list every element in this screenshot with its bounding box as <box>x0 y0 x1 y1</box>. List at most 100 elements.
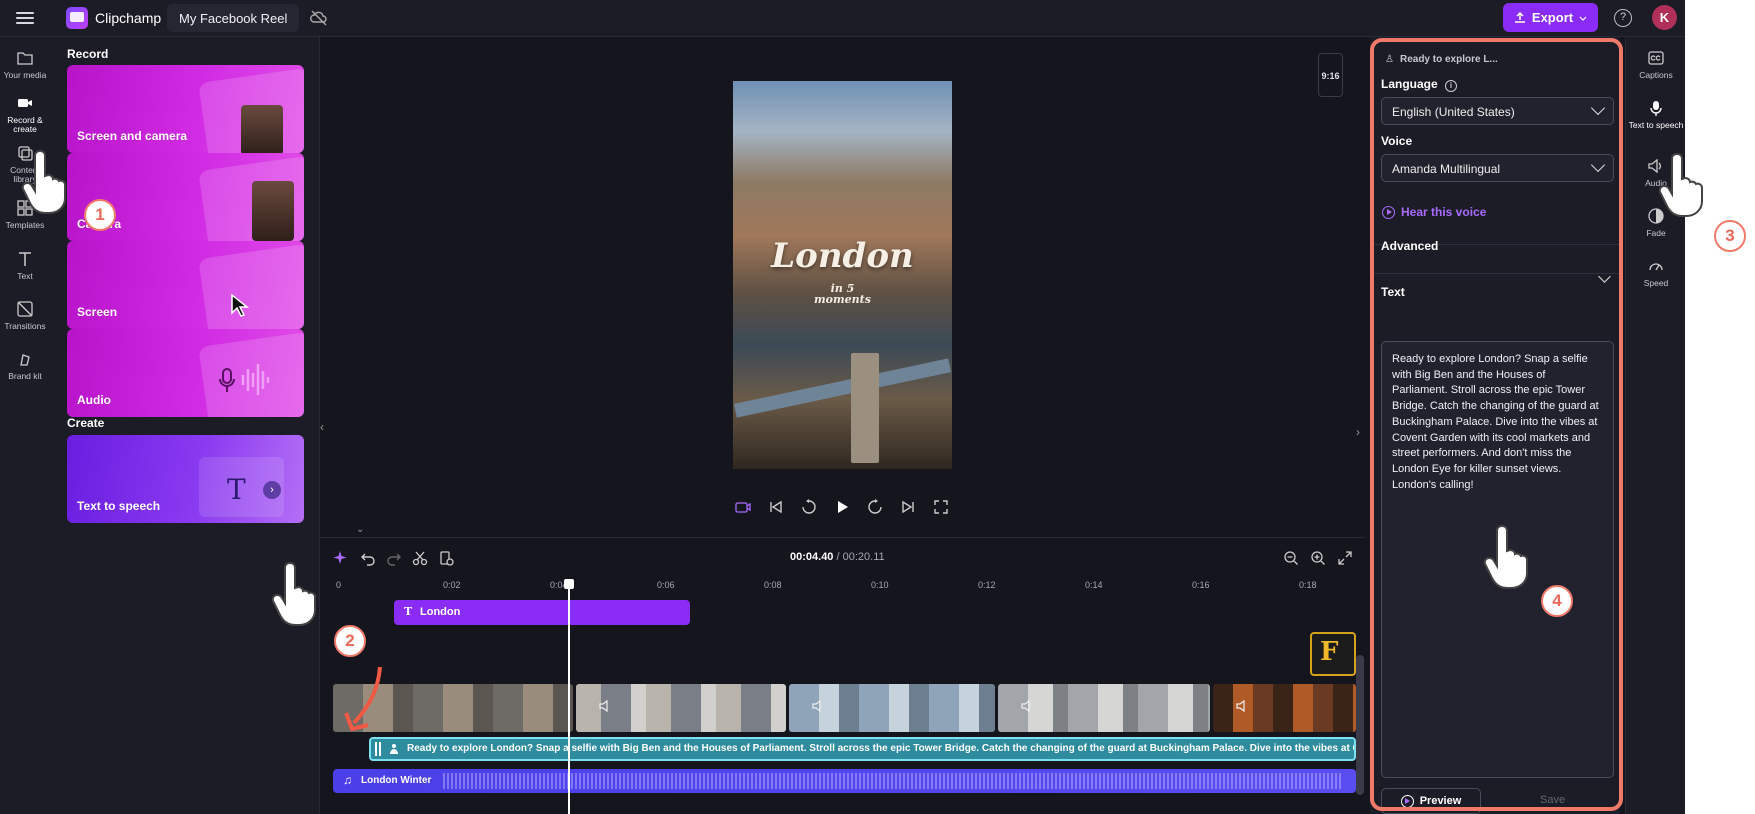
menu-icon[interactable] <box>16 9 34 27</box>
playhead-handle[interactable] <box>564 579 574 589</box>
text-to-speech-card[interactable]: T › Text to speech <box>67 435 304 523</box>
project-title-input[interactable]: My Facebook Reel <box>167 4 300 32</box>
muted-icon <box>599 699 608 713</box>
microphone-waveform-icon <box>219 364 270 395</box>
nav-text[interactable]: Text <box>0 250 50 281</box>
info-icon[interactable]: i <box>1445 80 1458 92</box>
nav-transitions[interactable]: Transitions <box>0 300 50 331</box>
step-badge: 1 <box>84 199 116 231</box>
clipchamp-logo-icon <box>66 7 88 29</box>
advanced-toggle[interactable]: Advanced <box>1381 239 1438 253</box>
ruler-tick: 0:06 <box>657 580 675 590</box>
play-circle-icon <box>1400 794 1414 808</box>
nav-record-create[interactable]: Record & create <box>0 94 50 134</box>
undo-icon[interactable] <box>360 550 376 566</box>
language-value: English (United States) <box>1392 105 1515 119</box>
nav-brand-kit[interactable]: Brand kit <box>0 350 50 381</box>
redo-icon[interactable] <box>386 550 402 566</box>
ruler-tick: 0:12 <box>978 580 996 590</box>
total-duration: 00:20.11 <box>842 551 885 563</box>
rail-label: Speed <box>1643 278 1669 288</box>
rail-captions[interactable]: Captions <box>1626 49 1685 80</box>
fullscreen-icon[interactable] <box>932 498 950 516</box>
audio-card[interactable]: Audio <box>67 329 304 417</box>
export-button[interactable]: Export <box>1503 3 1598 32</box>
play-icon[interactable] <box>833 498 851 516</box>
chevron-down-icon <box>1590 100 1606 116</box>
language-select[interactable]: English (United States) <box>1381 97 1614 125</box>
skip-forward-icon[interactable] <box>899 498 917 516</box>
nav-your-media[interactable]: Your media <box>0 49 50 80</box>
preview-bridge-shape <box>733 358 952 418</box>
video-clip[interactable] <box>1213 684 1357 732</box>
pointing-hand-icon <box>271 561 316 626</box>
zoom-in-icon[interactable] <box>1310 550 1326 566</box>
ruler-tick: 0:14 <box>1085 580 1103 590</box>
sticker-clip[interactable]: F <box>1310 632 1356 676</box>
video-clip[interactable] <box>998 684 1211 732</box>
card-label: Audio <box>77 393 111 407</box>
music-note-icon: ♫ <box>343 773 352 787</box>
video-clip[interactable] <box>788 684 996 732</box>
timeline-collapse-chevron-icon[interactable]: ⌄ <box>356 524 364 535</box>
voice-value: Amanda Multilingual <box>1392 162 1501 176</box>
rail-speed[interactable]: Speed <box>1626 257 1685 288</box>
voice-person-icon: ♙ <box>1385 54 1394 65</box>
chevron-down-icon <box>1590 157 1606 173</box>
preview-button[interactable]: Preview <box>1381 788 1481 814</box>
hear-voice-link[interactable]: Hear this voice <box>1382 205 1486 219</box>
voiceover-clip[interactable]: Ready to explore London? Snap a selfie w… <box>369 737 1356 761</box>
timeline-scrollbar[interactable] <box>1356 655 1364 795</box>
nav-label: Templates <box>5 220 45 230</box>
help-icon[interactable]: ? <box>1614 9 1632 27</box>
cursor-icon <box>231 293 250 317</box>
pointing-hand-icon <box>21 149 66 214</box>
text-label: Text <box>1381 285 1405 299</box>
fit-timeline-icon[interactable] <box>1337 550 1353 566</box>
delete-clip-icon[interactable] <box>438 550 454 566</box>
screen-and-camera-card[interactable]: Screen and camera <box>67 65 304 153</box>
folder-icon <box>17 52 33 65</box>
ruler-tick: 0:08 <box>764 580 782 590</box>
presenter-thumbnail <box>241 105 283 153</box>
magic-camera-icon[interactable] <box>734 498 752 516</box>
playhead[interactable] <box>568 580 570 814</box>
voice-label: Voice <box>1381 134 1413 148</box>
aspect-ratio-button[interactable]: 9:16 <box>1318 53 1343 97</box>
time-separator: / <box>833 551 843 563</box>
audio-clip[interactable]: ♫ London Winter <box>333 769 1356 793</box>
timeline-timecode: 00:04.40 / 00:20.11 <box>790 551 885 563</box>
skip-back-icon[interactable] <box>767 498 785 516</box>
save-button[interactable]: Save <box>1540 794 1565 806</box>
text-icon <box>19 252 31 266</box>
voice-select[interactable]: Amanda Multilingual <box>1381 154 1614 182</box>
top-bar: Clipchamp My Facebook Reel Export ? K <box>0 0 1685 37</box>
forward-5-icon[interactable] <box>866 498 884 516</box>
sparkle-icon[interactable] <box>332 550 348 566</box>
timeline-ruler[interactable]: 0 0:02 0:04 0:06 0:08 0:10 0:12 0:14 0:1… <box>320 576 1365 596</box>
video-preview[interactable]: London in 5 moments <box>733 81 952 469</box>
scissors-icon[interactable] <box>412 550 428 566</box>
playback-controls <box>734 498 954 518</box>
preview-collapse-chevron-icon[interactable]: › <box>1356 425 1360 439</box>
screen-card[interactable]: Screen <box>67 241 304 329</box>
panel-header-text: Ready to explore L... <box>1399 54 1498 65</box>
preview-tower-shape <box>851 353 879 463</box>
language-label-text: Language <box>1381 77 1438 91</box>
rail-text-to-speech[interactable]: Text to speech <box>1626 99 1685 130</box>
zoom-out-icon[interactable] <box>1283 550 1299 566</box>
divider <box>1370 273 1620 274</box>
ruler-tick: 0:16 <box>1192 580 1210 590</box>
pointing-hand-icon <box>1483 524 1528 589</box>
clip-trim-handle[interactable] <box>375 742 381 756</box>
current-time: 00:04.40 <box>790 551 834 563</box>
ruler-tick: 0:18 <box>1299 580 1317 590</box>
rewind-5-icon[interactable] <box>800 498 818 516</box>
avatar[interactable]: K <box>1652 5 1677 30</box>
video-clip[interactable] <box>575 684 786 732</box>
timeline-toolbar: 00:04.40 / 00:20.11 <box>320 538 1365 576</box>
cloud-off-icon[interactable] <box>310 9 328 27</box>
rail-label: Text to speech <box>1628 120 1684 130</box>
text-clip[interactable]: T London <box>394 600 690 625</box>
collapse-panel-chevron-icon[interactable]: ‹ <box>320 420 328 450</box>
